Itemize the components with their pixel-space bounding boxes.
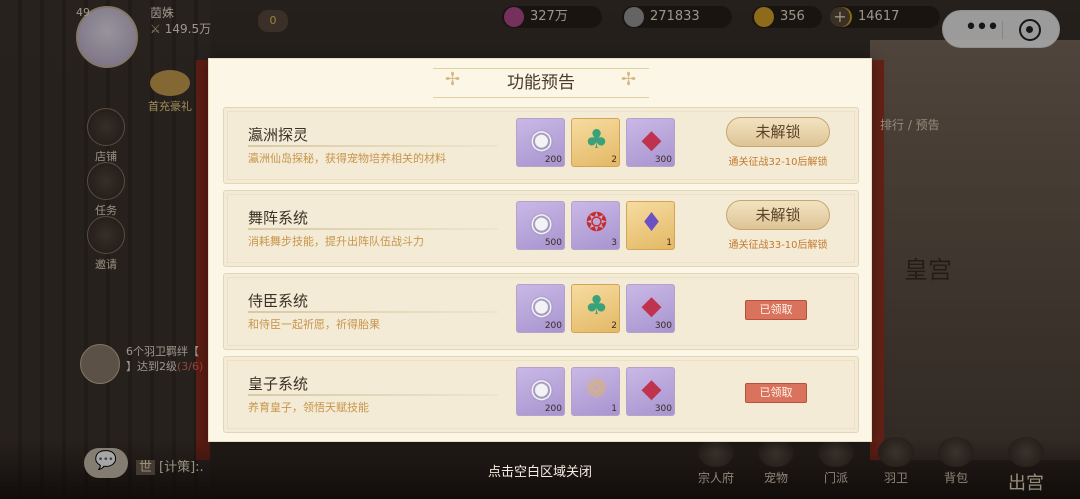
reward-item[interactable]: ◉ 200 <box>516 367 565 416</box>
reward-item[interactable]: ◆ 300 <box>626 284 675 333</box>
reward-item[interactable]: ◉ 200 <box>516 284 565 333</box>
feature-preview-dialog: ✢ 功能预告 ✢ 瀛洲探灵 瀛洲仙岛探秘，获得宠物培养相关的材料 ◉ 200 ♣ 2… <box>208 58 872 442</box>
feature-description: 养育皇子，领悟天赋技能 <box>248 401 369 414</box>
feature-underline <box>248 394 498 396</box>
reward-item[interactable]: ♦ 1 <box>626 201 675 250</box>
reward-items: ◉ 500 ❂ 3 ♦ 1 <box>516 201 675 250</box>
feature-description: 和侍臣一起祈愿，祈得胎果 <box>248 318 380 331</box>
jade-pendant-icon: ♣ <box>584 125 609 155</box>
reward-count: 1 <box>666 238 672 248</box>
reward-count: 300 <box>654 321 672 331</box>
reward-item[interactable]: ◉ 500 <box>516 201 565 250</box>
ruby-gem-icon: ◆ <box>641 291 662 321</box>
feature-name: 舞阵系统 <box>248 209 309 227</box>
perfume-bottle-icon: ♦ <box>639 208 664 238</box>
feature-row: 舞阵系统 消耗舞步技能，提升出阵队伍战斗力 ◉ 500 ❂ 3 ♦ 1 未解锁 通关征… <box>223 190 859 267</box>
feature-name: 侍臣系统 <box>248 292 309 310</box>
reward-items: ◉ 200 ♣ 2 ◆ 300 <box>516 284 675 333</box>
reward-count: 2 <box>611 321 617 331</box>
reward-item[interactable]: ◆ 300 <box>626 118 675 167</box>
unlock-condition: 通关征战33-10后解锁 <box>728 240 828 251</box>
reward-count: 200 <box>544 155 562 165</box>
claimed-button[interactable]: 已领取 <box>745 300 807 320</box>
reward-items: ◉ 200 ♣ 2 ◆ 300 <box>516 118 675 167</box>
silver-coin-icon: ◉ <box>530 208 553 238</box>
reward-item[interactable]: ❂ 3 <box>571 201 620 250</box>
feature-underline <box>248 311 498 313</box>
reward-count: 2 <box>611 155 617 165</box>
reward-item[interactable]: ◆ 300 <box>626 367 675 416</box>
reward-count: 300 <box>654 155 672 165</box>
reward-count: 200 <box>544 404 562 414</box>
feature-underline <box>248 228 498 230</box>
ruby-gem-icon: ◆ <box>641 125 662 155</box>
jade-pendant-icon: ♣ <box>584 291 609 321</box>
unlock-condition: 通关征战32-10后解锁 <box>728 157 828 168</box>
dialog-title-frame: 功能预告 <box>433 68 649 98</box>
ruby-gem-icon: ◆ <box>641 374 662 404</box>
reward-count: 500 <box>544 238 562 248</box>
feature-name: 皇子系统 <box>248 375 309 393</box>
reward-count: 200 <box>544 321 562 331</box>
feature-row: 瀛洲探灵 瀛洲仙岛探秘，获得宠物培养相关的材料 ◉ 200 ♣ 2 ◆ 300 未解锁… <box>223 107 859 184</box>
ornament-icon: ✢ <box>621 69 637 90</box>
reward-item[interactable]: ♣ 2 <box>571 118 620 167</box>
reward-count: 1 <box>611 404 617 414</box>
feature-description: 瀛洲仙岛探秘，获得宠物培养相关的材料 <box>248 152 446 165</box>
feature-description: 消耗舞步技能，提升出阵队伍战斗力 <box>248 235 424 248</box>
bun-basket-icon: ❁ <box>585 374 608 404</box>
reward-item[interactable]: ◉ 200 <box>516 118 565 167</box>
reward-item[interactable]: ❁ 1 <box>571 367 620 416</box>
feature-row: 皇子系统 养育皇子，领悟天赋技能 ◉ 200 ❁ 1 ◆ 300 已领取 <box>223 356 859 433</box>
reward-item[interactable]: ♣ 2 <box>571 284 620 333</box>
claimed-button[interactable]: 已领取 <box>745 383 807 403</box>
feature-row: 侍臣系统 和侍臣一起祈愿，祈得胎果 ◉ 200 ♣ 2 ◆ 300 已领取 <box>223 273 859 350</box>
reward-count: 300 <box>654 404 672 414</box>
dialog-title: 功能预告 <box>507 73 575 93</box>
locked-button[interactable]: 未解锁 <box>726 117 830 147</box>
red-silk-icon: ❂ <box>585 208 608 238</box>
close-hint: 点击空白区域关闭 <box>487 465 592 480</box>
locked-button[interactable]: 未解锁 <box>726 200 830 230</box>
feature-underline <box>248 145 498 147</box>
silver-coin-icon: ◉ <box>530 374 553 404</box>
silver-coin-icon: ◉ <box>530 125 553 155</box>
feature-name: 瀛洲探灵 <box>248 126 309 144</box>
reward-items: ◉ 200 ❁ 1 ◆ 300 <box>516 367 675 416</box>
reward-count: 3 <box>611 238 617 248</box>
silver-coin-icon: ◉ <box>530 291 553 321</box>
